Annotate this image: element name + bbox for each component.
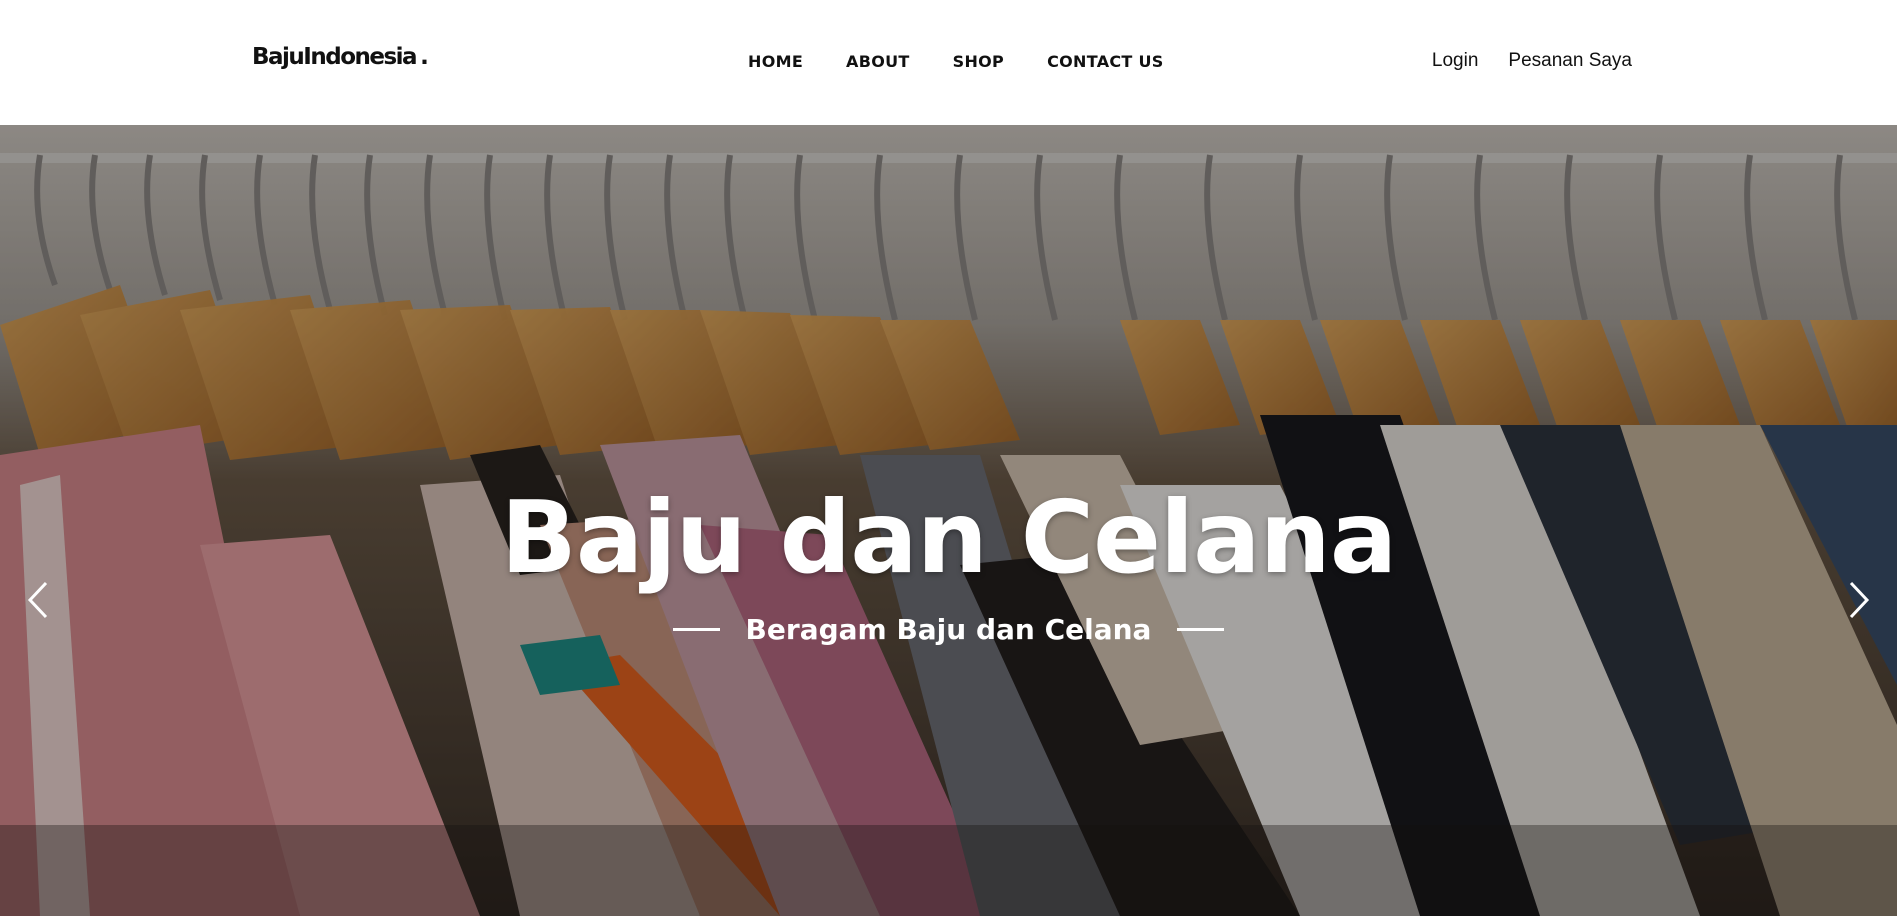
login-link[interactable]: Login [1432,50,1479,72]
nav-about-link[interactable]: ABOUT [846,52,910,71]
subtitle-divider-left [672,628,720,631]
hero-title: Baju dan Celana [500,479,1398,596]
subtitle-divider-right [1177,628,1225,631]
nav-contact-link[interactable]: CONTACT US [1047,52,1164,71]
site-logo[interactable]: BajuIndonesia. [252,44,429,70]
chevron-left-icon [27,581,48,619]
hero-subtitle-row: Beragam Baju dan Celana [0,613,1897,646]
main-nav: HOME ABOUT SHOP CONTACT US [748,52,1164,71]
nav-shop-link[interactable]: SHOP [953,52,1004,71]
nav-home-link[interactable]: HOME [748,52,803,71]
site-header: BajuIndonesia. HOME ABOUT SHOP CONTACT U… [0,0,1897,125]
hero-carousel: Baju dan Celana Beragam Baju dan Celana [0,125,1897,916]
carousel-next-button[interactable] [1839,565,1879,635]
carousel-prev-button[interactable] [18,565,58,635]
hero-subtitle: Beragam Baju dan Celana [745,613,1152,646]
my-orders-link[interactable]: Pesanan Saya [1508,50,1632,72]
logo-dot: . [420,44,429,70]
logo-text: BajuIndonesia [252,44,418,70]
account-nav: Login Pesanan Saya [1432,50,1632,72]
chevron-right-icon [1849,581,1870,619]
